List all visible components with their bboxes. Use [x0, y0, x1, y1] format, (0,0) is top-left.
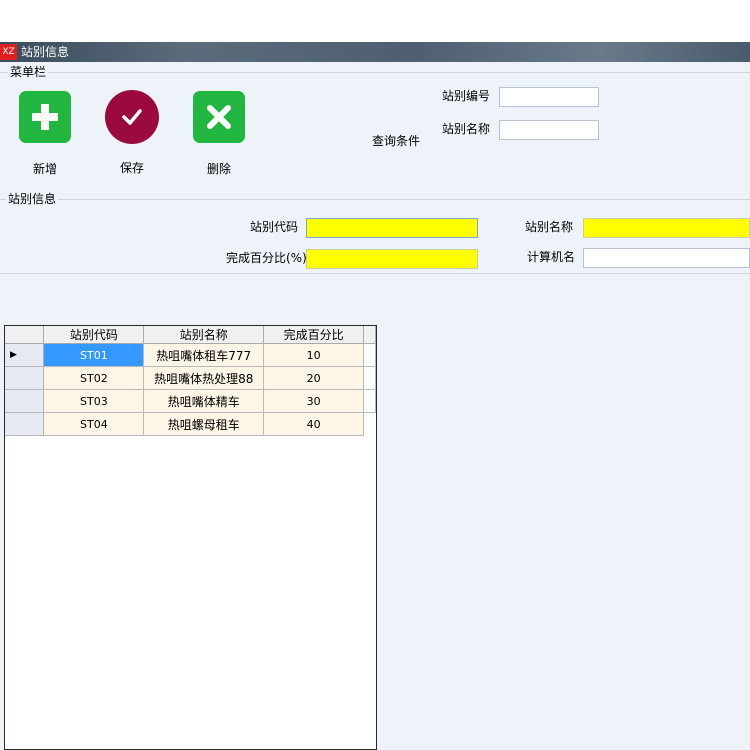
cell-name[interactable]: 热咀嘴体租车777 — [143, 343, 265, 367]
title-bar: XZ 站别信息 — [0, 42, 750, 62]
cell-percent[interactable]: 10 — [263, 343, 364, 367]
column-header-filler — [363, 326, 376, 344]
grid-corner-header[interactable] — [5, 326, 45, 344]
app-window: XZ 站别信息 菜单栏 新增 保存 删除 查询条件 站别编号 站别名称 站别信息… — [0, 42, 750, 750]
column-header-percent[interactable]: 完成百分比 — [263, 326, 364, 344]
table-row[interactable]: ST04 热咀螺母租车 40 — [5, 412, 376, 436]
cell-code[interactable]: ST04 — [43, 412, 145, 436]
cell-percent[interactable]: 40 — [263, 412, 364, 436]
check-icon — [105, 90, 159, 144]
percent-label: 完成百分比(%) — [226, 251, 307, 265]
app-logo: XZ — [0, 44, 17, 60]
station-grid[interactable]: 站别代码 站别名称 完成百分比 ▶ ST01 热咀嘴体租车777 10 ST02 — [4, 325, 377, 750]
current-row-indicator-icon: ▶ — [10, 350, 17, 360]
row-header[interactable] — [5, 412, 45, 436]
cell-name[interactable]: 热咀嘴体热处理88 — [143, 366, 265, 390]
cell-percent[interactable]: 20 — [263, 366, 364, 390]
cell-code[interactable]: ST03 — [43, 389, 145, 413]
station-code-label: 站别代码 — [250, 220, 299, 234]
delete-button[interactable]: 删除 — [189, 91, 249, 177]
query-title: 查询条件 — [372, 134, 421, 148]
station-no-input[interactable] — [499, 87, 599, 107]
station-info-title: 站别信息 — [6, 192, 59, 206]
station-name-query-label: 站别名称 — [442, 122, 491, 136]
add-button[interactable]: 新增 — [15, 91, 75, 177]
row-header[interactable]: ▶ — [5, 343, 45, 367]
station-code-input[interactable] — [306, 218, 478, 238]
window-title: 站别信息 — [21, 45, 70, 59]
cell-code[interactable]: ST01 — [43, 343, 145, 367]
delete-button-label: 删除 — [206, 162, 231, 176]
cell-code[interactable]: ST02 — [43, 366, 145, 390]
toolbar-group-title: 菜单栏 — [8, 65, 49, 79]
computer-name-label: 计算机名 — [527, 250, 576, 264]
computer-name-input[interactable] — [583, 248, 750, 268]
row-header[interactable] — [5, 389, 45, 413]
station-name-label: 站别名称 — [525, 220, 574, 234]
save-button[interactable]: 保存 — [102, 90, 162, 176]
column-header-code[interactable]: 站别代码 — [43, 326, 145, 344]
station-info-bottom-border — [0, 273, 750, 274]
add-button-label: 新增 — [32, 162, 57, 176]
column-header-name[interactable]: 站别名称 — [143, 326, 265, 344]
grid-header-row: 站别代码 站别名称 完成百分比 — [5, 326, 376, 344]
station-name-input[interactable] — [583, 218, 750, 238]
table-row[interactable]: ST02 热咀嘴体热处理88 20 — [5, 366, 376, 390]
percent-input[interactable] — [306, 249, 478, 269]
plus-icon — [19, 91, 71, 143]
table-row[interactable]: ▶ ST01 热咀嘴体租车777 10 — [5, 343, 376, 367]
station-no-label: 站别编号 — [442, 89, 491, 103]
row-header[interactable] — [5, 366, 45, 390]
close-icon — [193, 91, 245, 143]
save-button-label: 保存 — [119, 161, 144, 175]
cell-percent[interactable]: 30 — [263, 389, 364, 413]
cell-name[interactable]: 热咀嘴体精车 — [143, 389, 265, 413]
station-name-query-input[interactable] — [499, 120, 599, 140]
table-row[interactable]: ST03 热咀嘴体精车 30 — [5, 389, 376, 413]
cell-name[interactable]: 热咀螺母租车 — [143, 412, 265, 436]
